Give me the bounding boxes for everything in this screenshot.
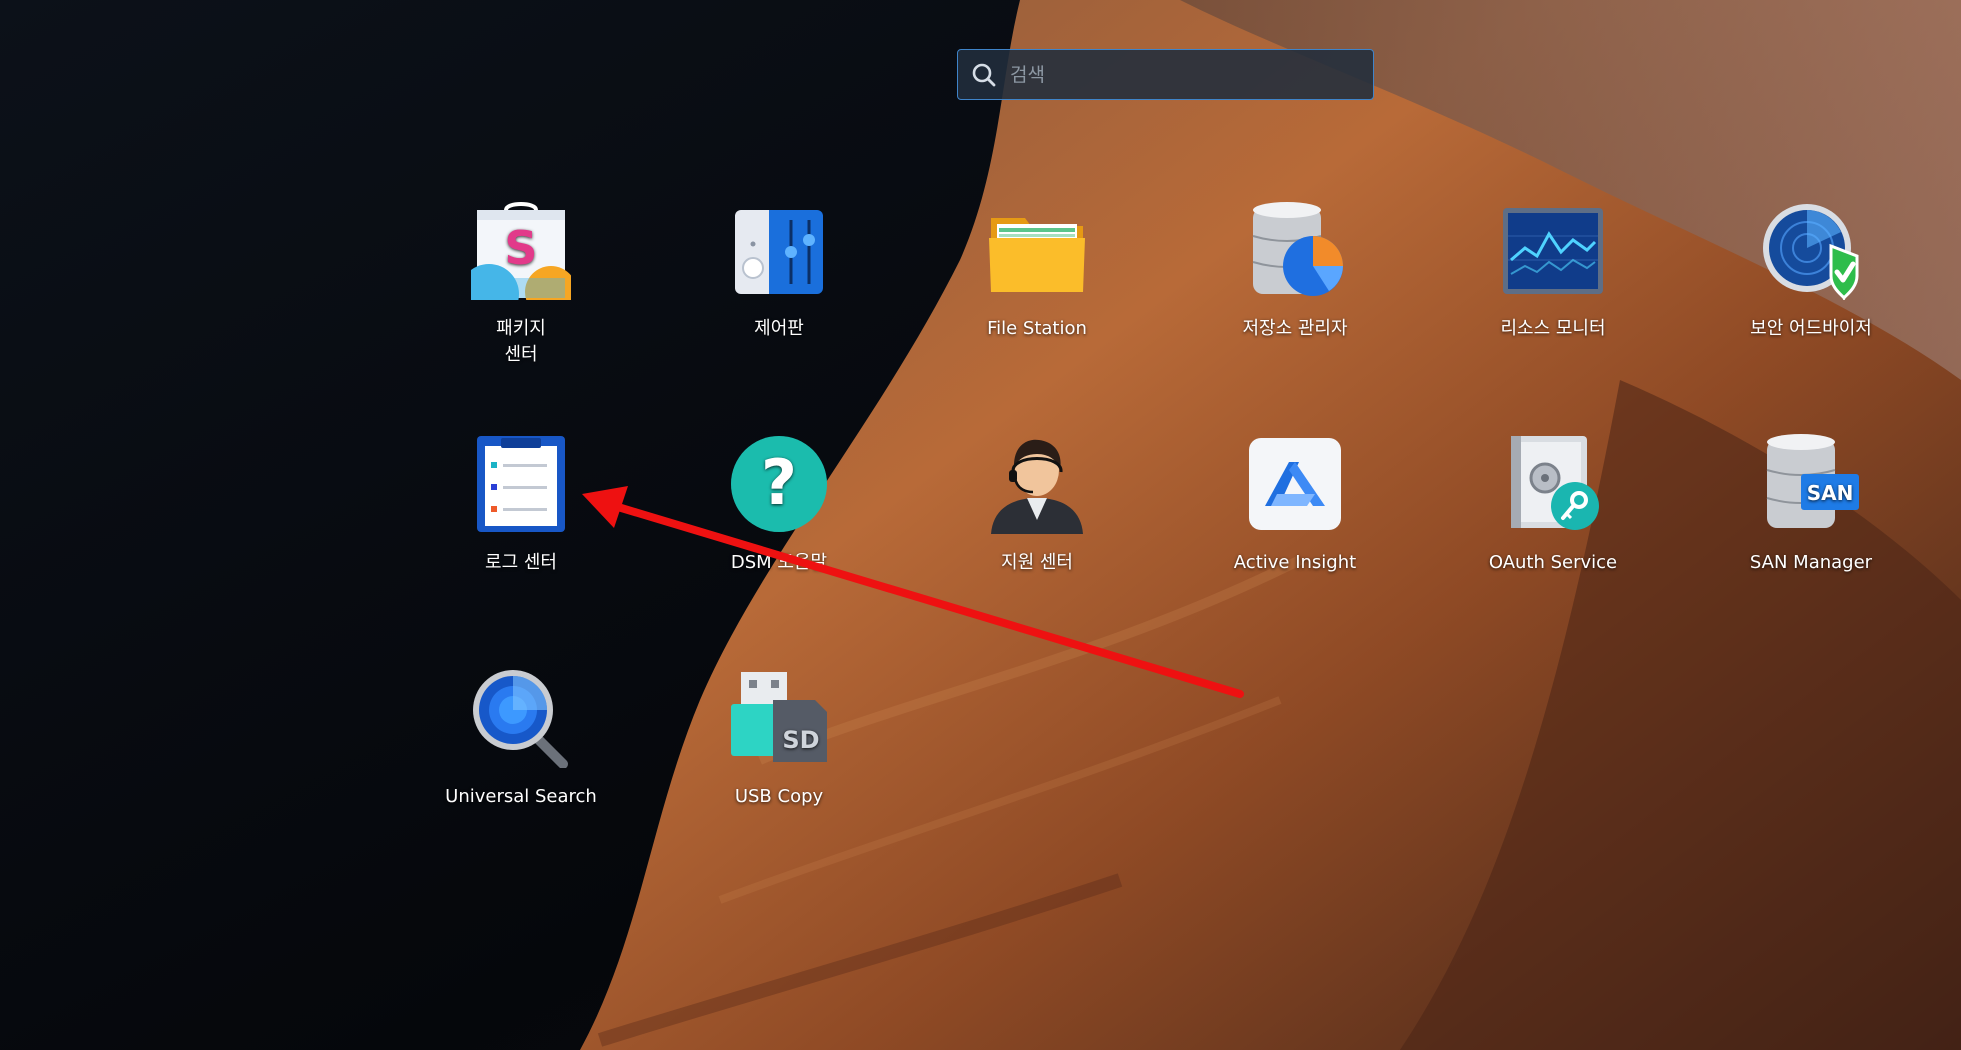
log-center-icon — [471, 434, 571, 534]
app-label: 로그 센터 — [485, 552, 557, 573]
app-oauth-service[interactable]: OAuth Service — [1443, 434, 1663, 576]
resource-monitor-icon — [1503, 200, 1603, 300]
app-label: 저장소 관리자 — [1242, 318, 1348, 339]
security-advisor-icon — [1761, 200, 1861, 302]
help-icon: ? — [729, 434, 829, 534]
app-label: Universal Search — [445, 786, 597, 807]
search-input[interactable] — [1010, 50, 1373, 99]
usb-copy-icon: SD — [729, 668, 829, 768]
app-label: OAuth Service — [1488, 552, 1618, 573]
folder-icon — [987, 200, 1087, 300]
storage-manager-icon — [1245, 200, 1345, 300]
app-label: DSM 도움말 — [730, 552, 828, 573]
svg-text:SD: SD — [782, 726, 819, 754]
app-label: 패키지 센터 — [496, 318, 546, 365]
app-security-advisor[interactable]: 보안 어드바이저 — [1701, 200, 1921, 342]
san-manager-icon: SAN — [1761, 434, 1861, 534]
app-resource-monitor[interactable]: 리소스 모니터 — [1443, 200, 1663, 342]
oauth-key-icon — [1503, 434, 1603, 534]
app-label: 리소스 모니터 — [1500, 318, 1606, 339]
magnifier-icon — [471, 668, 571, 769]
app-dsm-help[interactable]: ? DSM 도움말 — [669, 434, 889, 576]
app-log-center[interactable]: 로그 센터 — [411, 434, 631, 576]
app-label: USB Copy — [734, 786, 824, 807]
app-san-manager[interactable]: SAN SAN Manager — [1701, 434, 1921, 576]
control-panel-icon — [729, 200, 829, 300]
app-label: SAN Manager — [1749, 552, 1873, 573]
app-label: 제어판 — [754, 318, 804, 339]
active-insight-icon — [1245, 434, 1345, 534]
app-usb-copy[interactable]: SD USB Copy — [669, 668, 889, 810]
package-center-icon: S — [459, 200, 577, 324]
svg-text:SAN: SAN — [1807, 481, 1854, 505]
app-support-center[interactable]: 지원 센터 — [927, 434, 1147, 576]
search-icon — [958, 49, 1010, 100]
svg-text:S: S — [504, 221, 537, 275]
svg-text:?: ? — [761, 446, 797, 519]
app-control-panel[interactable]: 제어판 — [669, 200, 889, 342]
app-label: Active Insight — [1233, 552, 1357, 573]
support-agent-icon — [987, 434, 1087, 534]
app-universal-search[interactable]: Universal Search — [411, 668, 631, 810]
app-storage-manager[interactable]: 저장소 관리자 — [1185, 200, 1405, 342]
app-active-insight[interactable]: Active Insight — [1185, 434, 1405, 576]
search-bar[interactable] — [957, 49, 1374, 100]
app-file-station[interactable]: File Station — [927, 200, 1147, 342]
app-label: 보안 어드바이저 — [1750, 318, 1872, 339]
app-package-center[interactable]: S 패키지 센터 — [411, 200, 631, 368]
app-label: 지원 센터 — [1001, 552, 1073, 573]
app-label: File Station — [987, 318, 1087, 339]
